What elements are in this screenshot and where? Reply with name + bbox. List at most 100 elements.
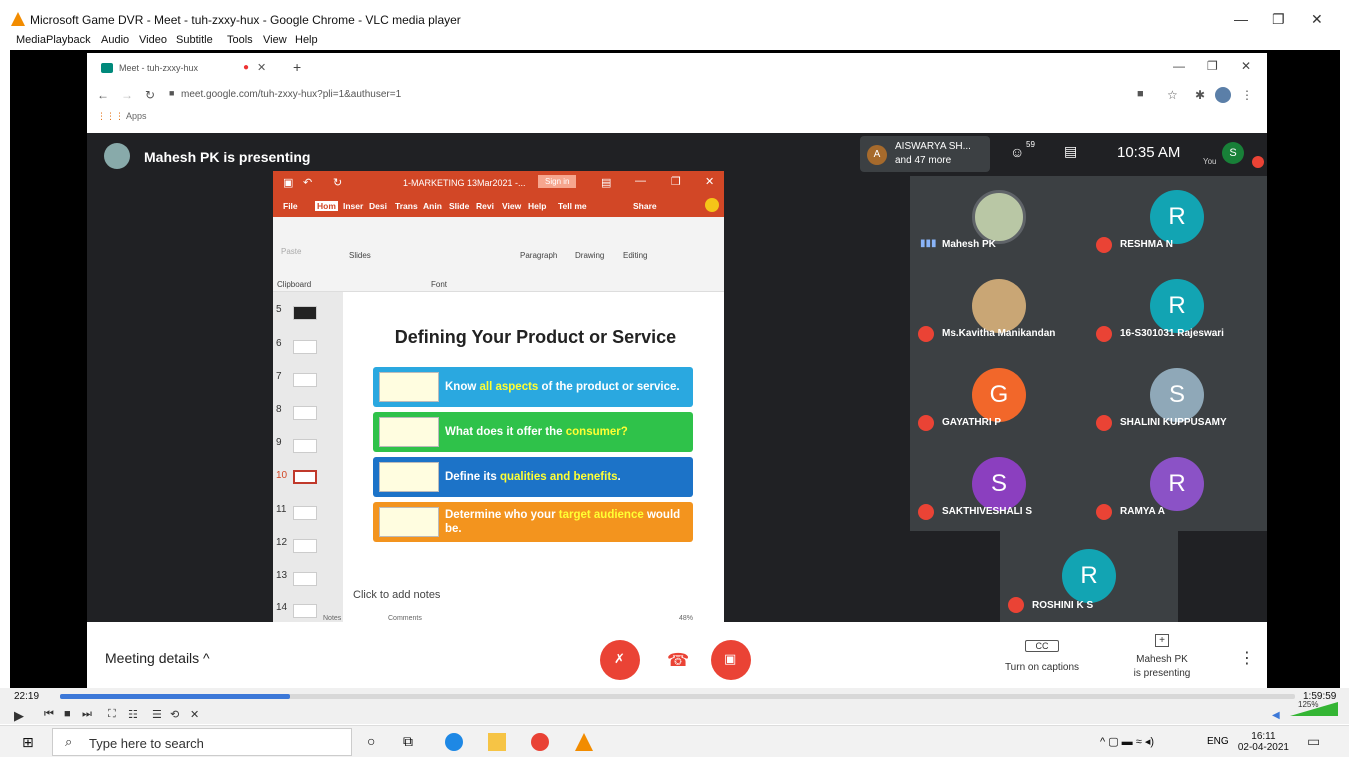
slide-thumbnail[interactable] (293, 406, 317, 420)
ribbon-display-icon[interactable]: ▤ (601, 176, 611, 189)
tab-view[interactable]: View (502, 201, 521, 211)
slide-thumbnail[interactable] (293, 340, 317, 354)
windows-start-icon[interactable]: ⊞ (22, 734, 34, 751)
pinned-participants-chip[interactable]: A AISWARYA SH... and 47 more (860, 136, 990, 172)
playlist-icon[interactable]: ☰ (152, 708, 162, 721)
notifications-icon[interactable]: ▭ (1307, 733, 1320, 750)
stop-icon[interactable]: ■ (64, 708, 71, 720)
slide-thumbnail[interactable] (293, 539, 317, 553)
participant-tile[interactable]: Ms.Kavitha Manikandan (910, 265, 1088, 353)
tab-slideshow[interactable]: Slide (449, 201, 469, 211)
status-notes[interactable]: Notes (323, 615, 341, 622)
taskbar-search[interactable]: ⌕ Type here to search (52, 728, 352, 756)
slide-thumbnail[interactable] (293, 306, 317, 320)
redo-icon[interactable]: ↻ (333, 176, 342, 189)
presenting-label-1[interactable]: Mahesh PK (1112, 654, 1212, 665)
chrome-restore-icon[interactable]: ❐ (1207, 59, 1218, 73)
presenting-label-2[interactable]: is presenting (1112, 668, 1212, 679)
menu-audio[interactable]: Audio (101, 34, 129, 46)
editing-button[interactable]: Editing (623, 251, 647, 260)
slide-thumbnail-selected[interactable] (293, 470, 317, 484)
more-menu-icon[interactable]: ⋮ (1241, 88, 1253, 102)
share-button[interactable]: Share (633, 201, 657, 211)
captions-icon[interactable]: CC (1025, 640, 1059, 652)
ppt-close-icon[interactable]: ✕ (705, 175, 714, 188)
apps-label[interactable]: Apps (126, 111, 147, 121)
new-tab-icon[interactable]: + (293, 59, 301, 75)
notes-placeholder[interactable]: Click to add notes (353, 589, 440, 601)
slide-thumbnail[interactable] (293, 439, 317, 453)
camera-icon[interactable]: ■ (1137, 88, 1144, 100)
slides-button[interactable]: Slides (349, 251, 371, 260)
participant-tile[interactable]: R RESHMA N (1088, 176, 1266, 264)
ppt-restore-icon[interactable]: ❐ (671, 175, 681, 188)
next-icon[interactable]: ⏭ (82, 708, 92, 721)
tab-insert[interactable]: Inser (343, 201, 363, 211)
camera-off-button[interactable]: ▣ (711, 640, 751, 680)
hang-up-icon[interactable]: ☎ (667, 650, 689, 671)
slide-thumbnail[interactable] (293, 572, 317, 586)
tray-icons[interactable]: ^ ▢ ▬ ≈ ◂) (1100, 735, 1154, 748)
vlc-taskbar-icon[interactable] (575, 733, 593, 751)
forward-icon[interactable]: → (121, 88, 133, 102)
url-text[interactable]: meet.google.com/tuh-zxxy-hux?pli=1&authu… (181, 89, 401, 100)
save-icon[interactable]: ▣ (283, 176, 293, 189)
participant-tile[interactable]: S SHALINI KUPPUSAMY (1088, 354, 1266, 442)
close-tab-icon[interactable]: ✕ (257, 61, 266, 74)
prev-icon[interactable]: ⏮ (44, 708, 54, 721)
chat-icon[interactable]: ▤ (1064, 143, 1077, 160)
present-icon[interactable]: + (1155, 634, 1169, 647)
loop-icon[interactable]: ⟲ (170, 708, 179, 721)
powerpoint-window[interactable]: ▣ ↶ ↻ 1-MARKETING 13Mar2021 -... Sign in… (273, 171, 724, 622)
tab-help[interactable]: Help (528, 201, 546, 211)
paste-button[interactable]: Paste (281, 247, 301, 256)
ppt-minimize-icon[interactable]: — (635, 175, 646, 187)
bookmark-star-icon[interactable]: ☆ (1167, 88, 1178, 102)
participant-tile[interactable]: ▮▮▮ Mahesh PK (910, 176, 1088, 264)
drawing-button[interactable]: Drawing (575, 251, 604, 260)
task-view-icon[interactable]: ⧉ (403, 733, 421, 751)
menu-tools[interactable]: Tools (227, 34, 253, 46)
speaker-icon[interactable]: ◀ (1272, 710, 1280, 721)
minimize-button[interactable]: — (1234, 11, 1248, 27)
close-button[interactable]: ✕ (1311, 11, 1323, 28)
fullscreen-icon[interactable]: ⛶ (108, 708, 116, 721)
shuffle-icon[interactable]: ✕ (190, 708, 199, 721)
chrome-icon[interactable] (531, 733, 549, 751)
tell-me-search[interactable]: Tell me (558, 201, 587, 211)
file-explorer-icon[interactable] (488, 733, 506, 751)
zoom-level[interactable]: 48% (679, 615, 693, 622)
slide-thumbnail[interactable] (293, 604, 317, 618)
edge-icon[interactable] (445, 733, 463, 751)
profile-avatar[interactable] (1215, 87, 1231, 103)
reload-icon[interactable]: ↻ (145, 88, 155, 102)
slide-canvas[interactable]: Defining Your Product or Service Know al… (353, 301, 718, 573)
menu-media[interactable]: Media (16, 34, 46, 46)
slide-thumbnail[interactable] (293, 373, 317, 387)
status-comments[interactable]: Comments (388, 615, 422, 622)
apps-grid-icon[interactable]: ⋮⋮⋮ (97, 111, 124, 121)
menu-subtitle[interactable]: Subtitle (176, 34, 213, 46)
chrome-close-icon[interactable]: ✕ (1241, 59, 1251, 73)
extensions-icon[interactable]: ✱ (1195, 88, 1205, 102)
slide-thumbnails[interactable]: 5 6 7 8 9 10 11 12 13 14 (273, 292, 343, 622)
participant-tile[interactable]: G GAYATHRI P (910, 354, 1088, 442)
smiley-icon[interactable] (705, 198, 719, 212)
language-indicator[interactable]: ENG (1207, 736, 1229, 747)
tab-home[interactable]: Hom (315, 201, 338, 211)
tab-animations[interactable]: Anin (423, 201, 442, 211)
play-icon[interactable]: ▶ (14, 708, 24, 724)
paragraph-button[interactable]: Paragraph (520, 251, 557, 260)
participant-tile[interactable]: R ROSHINI K S (1000, 531, 1178, 622)
tab-transitions[interactable]: Trans (395, 201, 418, 211)
maximize-button[interactable]: ❐ (1272, 11, 1285, 28)
tab-file[interactable]: File (283, 201, 298, 211)
slide-thumbnail[interactable] (293, 506, 317, 520)
menu-view[interactable]: View (263, 34, 287, 46)
participant-tile[interactable]: R 16-S301031 Rajeswari (1088, 265, 1266, 353)
extended-settings-icon[interactable]: ☷ (128, 708, 138, 721)
people-icon[interactable]: ☺ (1010, 144, 1024, 160)
self-avatar[interactable]: S (1222, 142, 1244, 164)
meeting-details-button[interactable]: Meeting details ^ (105, 650, 210, 666)
cortana-icon[interactable]: ○ (367, 733, 385, 751)
